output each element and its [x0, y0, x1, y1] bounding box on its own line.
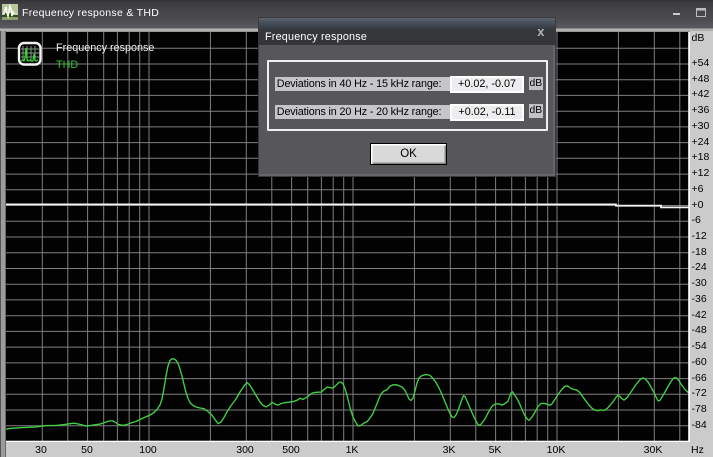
svg-text:Frequency response: Frequency response — [56, 42, 154, 54]
svg-text:THD: THD — [56, 59, 78, 71]
